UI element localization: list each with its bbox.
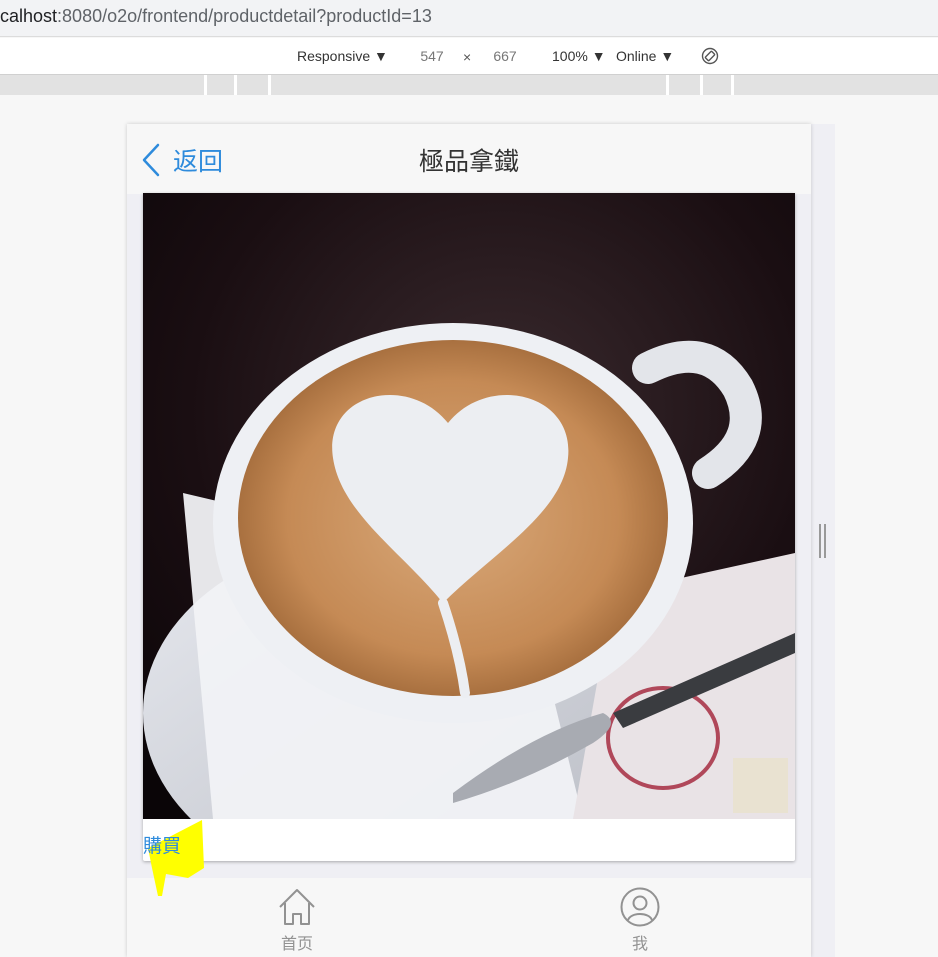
tab-home[interactable]: 首页: [257, 886, 337, 954]
network-throttle-selector[interactable]: Online ▼: [616, 48, 674, 64]
tab-me-label: 我: [631, 934, 648, 953]
device-toolbar: Responsive ▼ × 100% ▼ Online ▼: [0, 38, 938, 75]
media-query-divider: [234, 75, 237, 95]
tab-me[interactable]: 我: [600, 886, 680, 954]
resize-handle[interactable]: [819, 524, 827, 558]
address-bar[interactable]: calhost:8080/o2o/frontend/productdetail?…: [0, 0, 938, 37]
resize-grip-line: [819, 524, 821, 558]
viewport-width-input[interactable]: [408, 45, 456, 67]
viewport-height-input[interactable]: [481, 45, 529, 67]
latte-photo: [143, 193, 795, 819]
media-query-divider: [666, 75, 669, 95]
resize-grip-line: [824, 524, 826, 558]
product-card: [143, 193, 795, 861]
url-text[interactable]: calhost:8080/o2o/frontend/productdetail?…: [0, 6, 432, 27]
rotate-icon[interactable]: [700, 46, 720, 66]
buy-button[interactable]: 購買: [143, 831, 181, 858]
watermark-mark: [733, 758, 788, 813]
dimension-separator: ×: [463, 49, 472, 65]
tab-home-label: 首页: [280, 934, 313, 953]
page-header: 返回 極品拿鐵: [127, 124, 811, 194]
media-query-divider: [268, 75, 271, 95]
url-host: calhost: [0, 6, 58, 26]
home-icon: [279, 889, 315, 925]
bottom-tab-bar: 首页 我: [127, 878, 811, 957]
mobile-viewport: 返回 極品拿鐵 購買 首页 我: [127, 124, 811, 957]
user-icon: [620, 887, 660, 927]
media-query-divider: [700, 75, 703, 95]
zoom-selector[interactable]: 100% ▼: [552, 48, 606, 64]
url-path: :8080/o2o/frontend/productdetail?product…: [57, 6, 432, 26]
media-query-divider: [731, 75, 734, 95]
media-query-bar[interactable]: [0, 75, 938, 95]
product-image: [143, 193, 795, 819]
media-query-divider: [204, 75, 207, 95]
page-title: 極品拿鐵: [418, 147, 519, 176]
device-selector[interactable]: Responsive ▼: [297, 48, 388, 64]
